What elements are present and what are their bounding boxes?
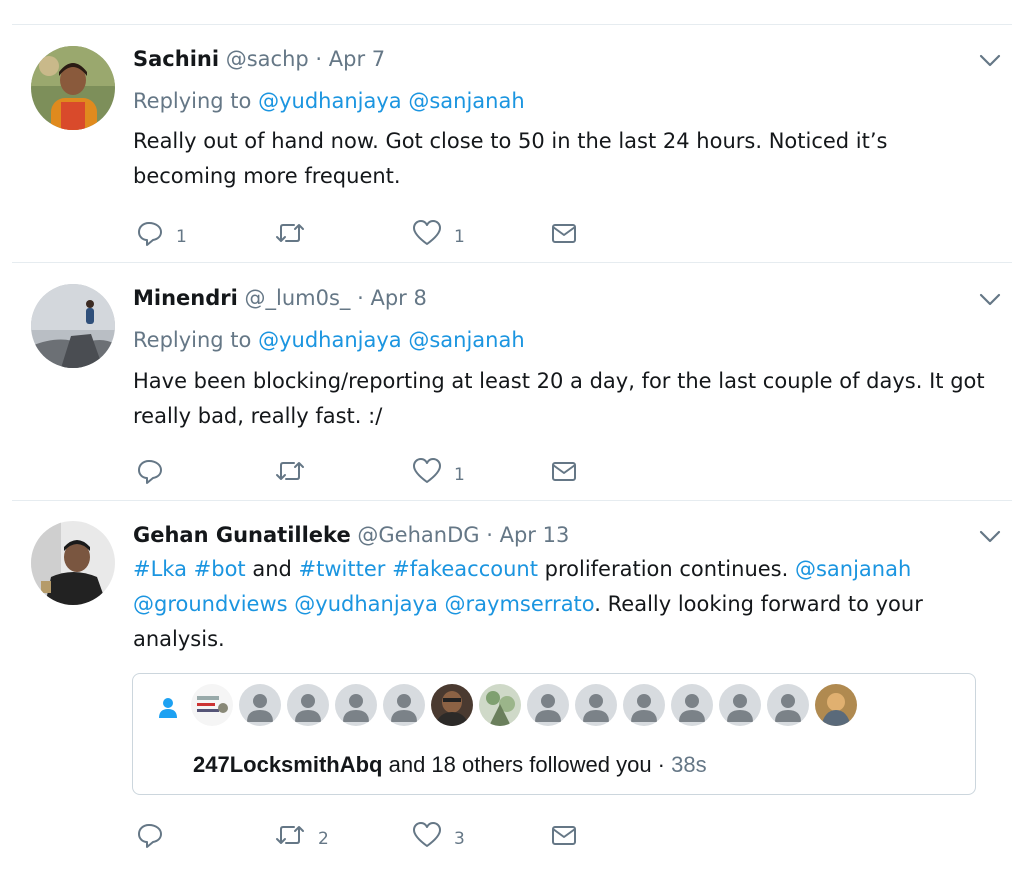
reply-icon xyxy=(136,219,164,247)
follower-avatar[interactable] xyxy=(287,684,329,726)
reply-button[interactable] xyxy=(136,456,176,486)
retweet-button[interactable]: 2 xyxy=(274,820,329,850)
user-handle[interactable]: @_lum0s_ xyxy=(245,286,351,310)
hashtag-link[interactable]: #twitter xyxy=(299,557,386,581)
like-icon xyxy=(412,821,442,849)
chevron-down-icon[interactable] xyxy=(978,48,1002,72)
retweet-icon xyxy=(274,821,306,849)
top-divider xyxy=(12,24,1012,25)
reply-button[interactable]: 1 xyxy=(136,218,187,248)
tweet-date[interactable]: Apr 7 xyxy=(329,47,385,71)
retweet-button[interactable] xyxy=(274,456,318,486)
dm-button[interactable] xyxy=(550,820,578,850)
tweet-text: Have been blocking/reporting at least 20… xyxy=(133,369,985,428)
follower-avatar[interactable] xyxy=(479,684,521,726)
follower-avatar[interactable] xyxy=(527,684,569,726)
avatar[interactable] xyxy=(31,46,115,130)
follower-avatar[interactable] xyxy=(767,684,809,726)
mention-link[interactable]: @sanjanah xyxy=(408,89,524,113)
like-button[interactable]: 1 xyxy=(412,218,465,248)
account-name[interactable]: 247LocksmithAbq xyxy=(193,752,383,777)
tweet-divider xyxy=(12,500,1012,501)
separator-dot: · xyxy=(357,286,364,310)
hashtag-link[interactable]: #Lka xyxy=(133,557,187,581)
tweet-text-segment: and xyxy=(245,557,299,581)
like-count: 3 xyxy=(454,829,465,849)
like-button[interactable]: 1 xyxy=(412,456,465,486)
like-button[interactable]: 3 xyxy=(412,820,465,850)
mention-link[interactable]: @raymserrato xyxy=(445,592,595,616)
replying-to: Replying to @yudhanjaya @sanjanah xyxy=(133,327,525,353)
retweet-count: 2 xyxy=(318,829,329,849)
reply-count: 1 xyxy=(176,227,187,247)
tweet-text: Really out of hand now. Got close to 50 … xyxy=(133,129,888,188)
separator-dot: · xyxy=(486,523,493,547)
tweet-text-segment: proliferation continues. xyxy=(537,557,795,581)
display-name[interactable]: Gehan Gunatilleke xyxy=(133,523,351,547)
follower-avatar[interactable] xyxy=(239,684,281,726)
dm-icon xyxy=(550,457,578,485)
notification-text: 247LocksmithAbq and 18 others followed y… xyxy=(193,752,707,778)
tweet-divider xyxy=(12,262,1012,263)
hashtag-link[interactable]: #fakeaccount xyxy=(392,557,538,581)
replying-to: Replying to @yudhanjaya @sanjanah xyxy=(133,88,525,114)
dm-button[interactable] xyxy=(550,218,578,248)
like-icon xyxy=(412,219,442,247)
mention-link[interactable]: @sanjanah xyxy=(408,328,524,352)
separator-dot: · xyxy=(315,47,323,71)
tweet-header: Minendri @_lum0s_ · Apr 8 xyxy=(133,285,427,311)
reply-icon xyxy=(136,457,164,485)
reply-button[interactable] xyxy=(136,820,176,850)
follower-avatar[interactable] xyxy=(623,684,665,726)
reply-icon xyxy=(136,821,164,849)
follower-avatar[interactable] xyxy=(671,684,713,726)
notification-time: 38s xyxy=(671,752,707,777)
avatar[interactable] xyxy=(31,521,115,605)
dm-icon xyxy=(550,821,578,849)
tweet-date[interactable]: Apr 8 xyxy=(370,286,426,310)
retweet-icon xyxy=(274,219,306,247)
follower-avatar[interactable] xyxy=(575,684,617,726)
replying-to-label: Replying to xyxy=(133,89,252,113)
display-name[interactable]: Sachini xyxy=(133,47,219,71)
replying-to-label: Replying to xyxy=(133,328,252,352)
like-count: 1 xyxy=(454,465,465,485)
follower-avatar[interactable] xyxy=(383,684,425,726)
follower-avatar[interactable] xyxy=(719,684,761,726)
user-handle[interactable]: @sachp xyxy=(226,47,309,71)
tweet-date[interactable]: Apr 13 xyxy=(500,523,570,547)
tweet-header: Sachini @sachp · Apr 7 xyxy=(133,46,385,72)
retweet-icon xyxy=(274,457,306,485)
follower-avatar[interactable] xyxy=(191,684,233,726)
chevron-down-icon[interactable] xyxy=(978,287,1002,311)
like-icon xyxy=(412,457,442,485)
mention-link[interactable]: @yudhanjaya xyxy=(294,592,438,616)
retweet-button[interactable] xyxy=(274,218,318,248)
display-name[interactable]: Minendri xyxy=(133,286,238,310)
tweet-text: #Lka #bot and #twitter #fakeaccount prol… xyxy=(133,552,993,657)
tweet-text-segment xyxy=(187,557,194,581)
tweet-text-segment xyxy=(438,592,445,616)
tweet-header: Gehan Gunatilleke @GehanDG · Apr 13 xyxy=(133,522,569,548)
person-icon xyxy=(159,698,177,718)
chevron-down-icon[interactable] xyxy=(978,524,1002,548)
mention-link[interactable]: @groundviews xyxy=(133,592,288,616)
follower-avatar[interactable] xyxy=(815,684,857,726)
user-handle[interactable]: @GehanDG xyxy=(357,523,479,547)
follower-avatar[interactable] xyxy=(335,684,377,726)
notification-rest: and 18 others followed you · xyxy=(382,752,672,777)
dm-button[interactable] xyxy=(550,456,578,486)
follower-avatar[interactable] xyxy=(431,684,473,726)
dm-icon xyxy=(550,219,578,247)
avatar[interactable] xyxy=(31,284,115,368)
mention-link[interactable]: @yudhanjaya xyxy=(258,89,402,113)
mention-link[interactable]: @sanjanah xyxy=(795,557,911,581)
hashtag-link[interactable]: #bot xyxy=(194,557,246,581)
quoted-notification-card[interactable]: 247LocksmithAbq and 18 others followed y… xyxy=(132,673,976,795)
like-count: 1 xyxy=(454,227,465,247)
mention-link[interactable]: @yudhanjaya xyxy=(258,328,402,352)
